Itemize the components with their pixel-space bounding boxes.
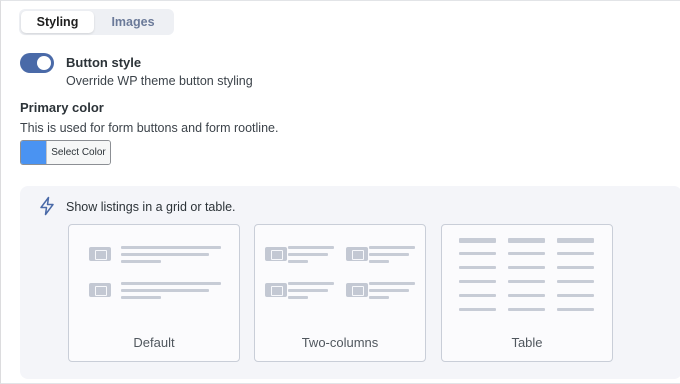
layout-option-label: Default [133,335,175,350]
tab-bar: Styling Images [19,9,174,35]
image-placeholder-icon [89,283,111,297]
default-layout-preview [76,232,232,314]
primary-color-description: This is used for form buttons and form r… [20,121,279,135]
two-columns-layout-preview [262,232,418,314]
layout-option-label: Table [511,335,543,350]
toggle-knob [37,56,51,70]
layout-option-label: Two-columns [301,335,379,350]
select-color-label: Select Color [46,141,110,164]
layout-option-two-columns[interactable]: Two-columns [254,224,426,362]
layout-option-table[interactable]: Table [441,224,613,362]
listings-description: Show listings in a grid or table. [66,200,236,214]
button-style-description: Override WP theme button styling [66,74,253,88]
primary-color-title: Primary color [20,100,104,115]
image-placeholder-icon [265,247,287,261]
button-style-toggle[interactable] [20,53,54,73]
image-placeholder-icon [89,247,111,261]
image-placeholder-icon [346,283,368,297]
layout-option-default[interactable]: Default [68,224,240,362]
lightning-bolt-icon [40,196,54,216]
table-layout-preview [449,232,605,314]
button-style-title: Button style [66,55,142,70]
tab-images[interactable]: Images [94,11,172,33]
select-color-button[interactable]: Select Color [20,140,111,165]
image-placeholder-icon [346,247,368,261]
color-swatch [21,141,46,164]
image-placeholder-icon [265,283,287,297]
tab-styling[interactable]: Styling [21,11,94,33]
